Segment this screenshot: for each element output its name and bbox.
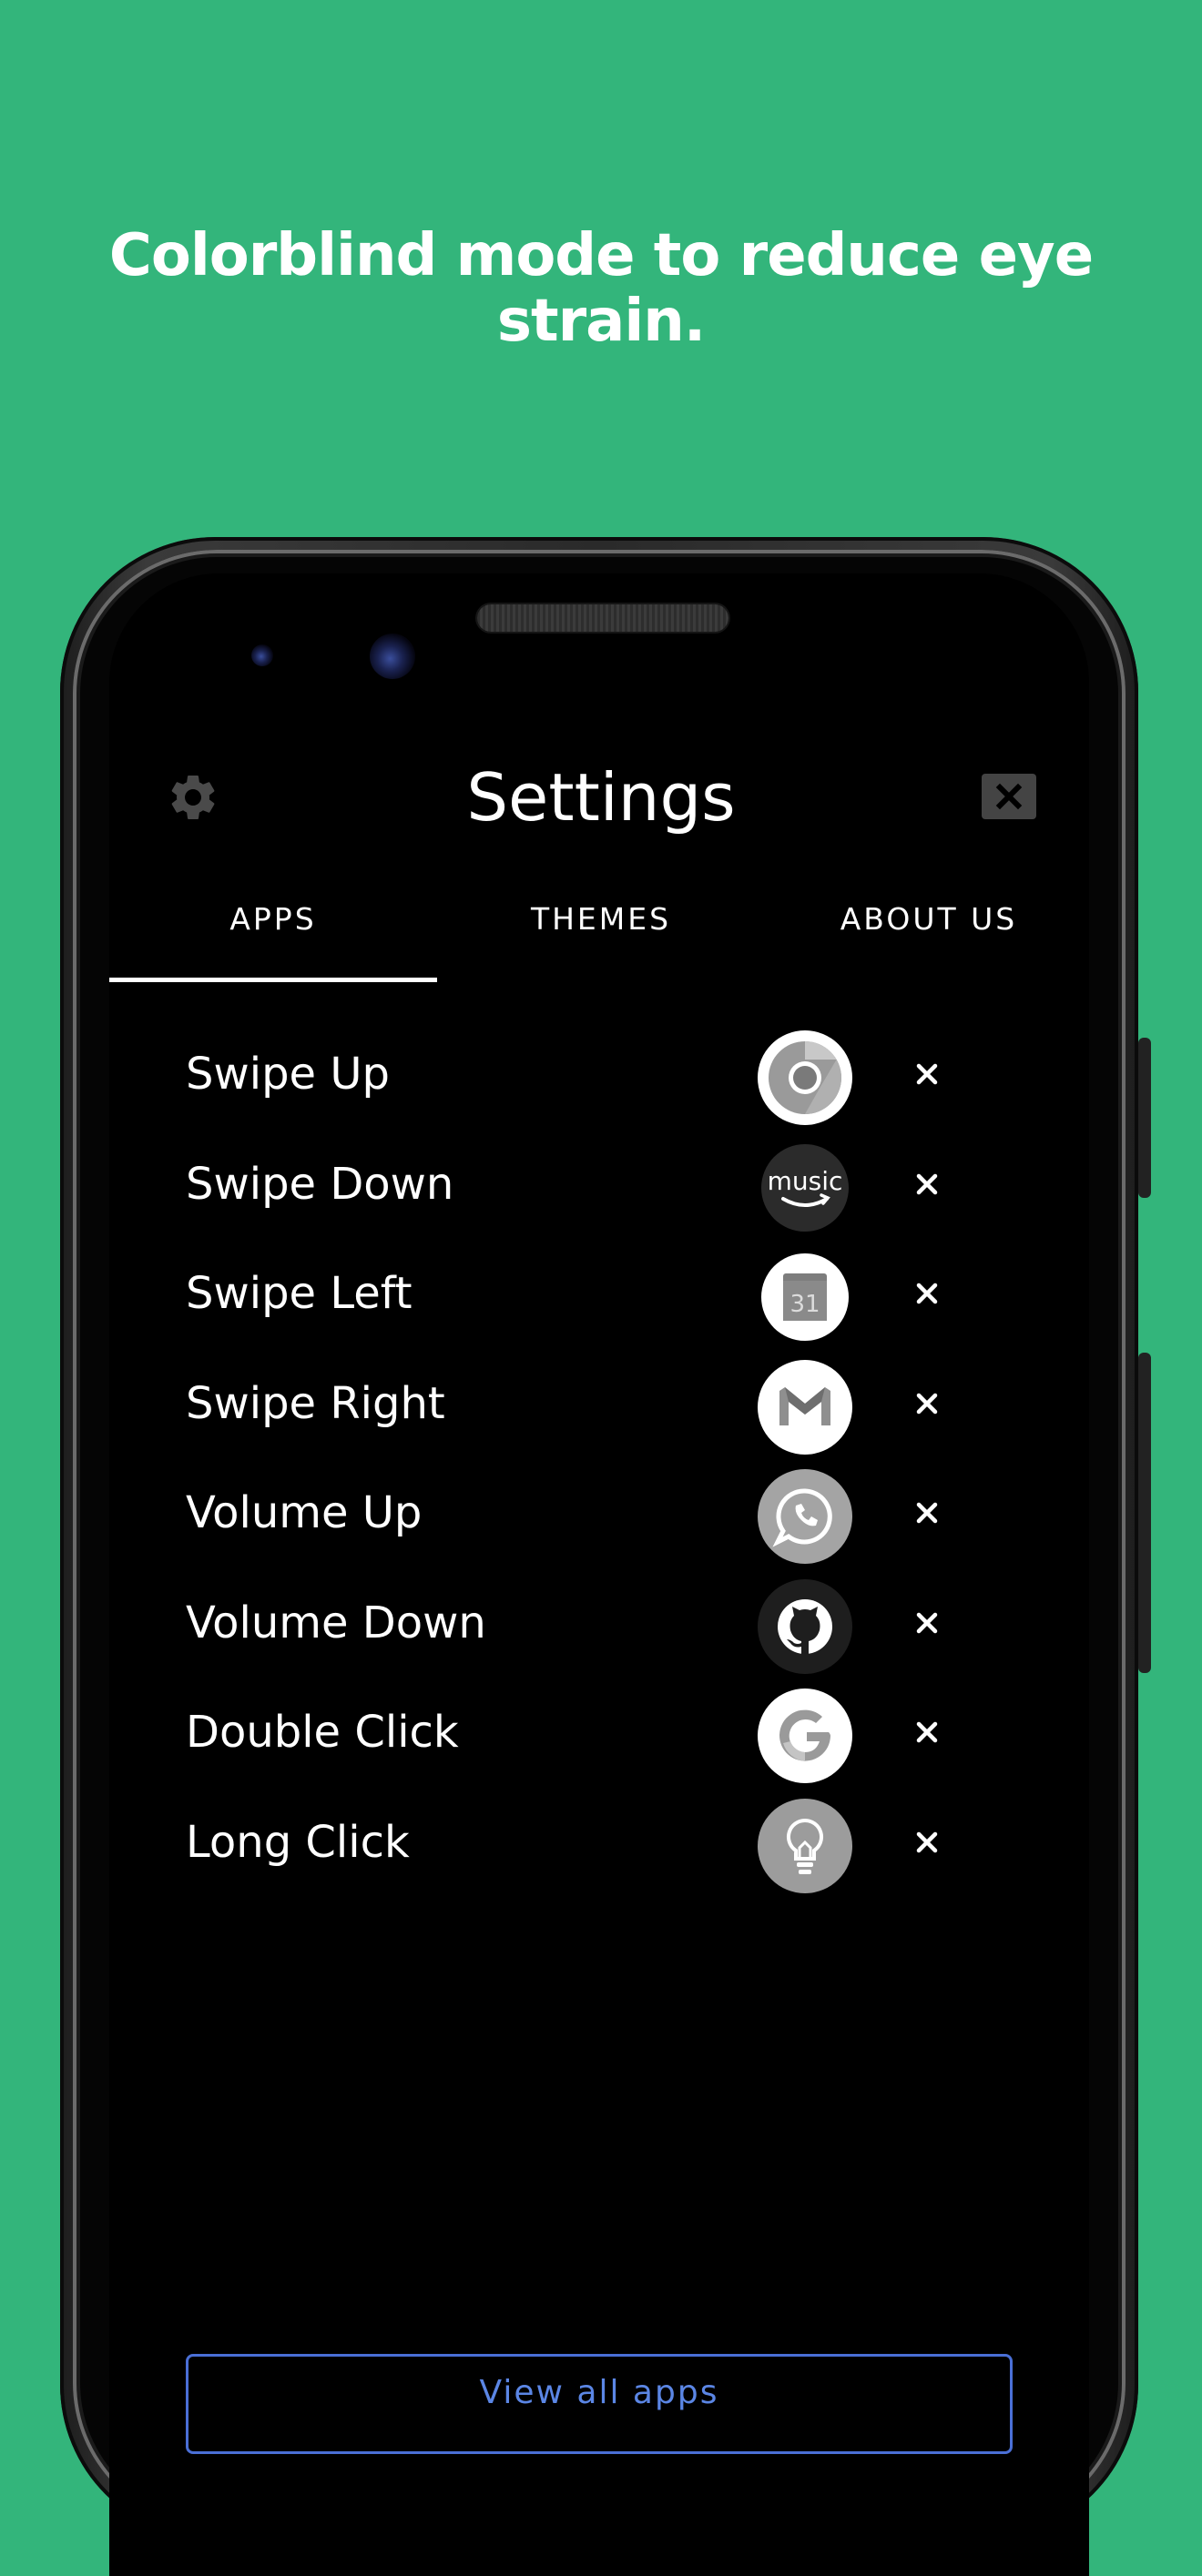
active-tab-indicator xyxy=(109,978,437,982)
remove-icon[interactable] xyxy=(914,1171,940,1197)
remove-icon[interactable] xyxy=(914,1719,940,1745)
tab-bar: APPS THEMES ABOUT US xyxy=(109,892,1093,983)
github-icon[interactable] xyxy=(758,1578,852,1674)
calendar-icon[interactable]: 31 xyxy=(761,1253,849,1341)
gesture-label: Long Click xyxy=(186,1816,410,1868)
tab-about-us[interactable]: ABOUT US xyxy=(765,892,1093,983)
earpiece-speaker xyxy=(477,604,728,632)
gesture-label: Swipe Up xyxy=(186,1049,390,1100)
calendar-day-text: 31 xyxy=(789,1291,820,1318)
google-icon[interactable] xyxy=(758,1689,852,1783)
amazon-music-icon[interactable]: music xyxy=(761,1143,849,1232)
remove-icon[interactable] xyxy=(914,1830,940,1855)
remove-icon[interactable] xyxy=(914,1500,940,1526)
gesture-list: Swipe Up Swipe Down music Swipe Left 31 … xyxy=(186,1021,1005,1899)
volume-button xyxy=(1138,1353,1151,1673)
whatsapp-icon[interactable] xyxy=(758,1469,852,1564)
gesture-label: Swipe Down xyxy=(186,1158,454,1210)
remove-icon[interactable] xyxy=(914,1061,940,1087)
remove-icon[interactable] xyxy=(914,1391,940,1416)
page-title: Settings xyxy=(466,759,736,836)
close-icon xyxy=(995,783,1023,810)
tab-apps[interactable]: APPS xyxy=(109,892,437,983)
promo-headline: Colorblind mode to reduce eye strain. xyxy=(108,222,1094,355)
gesture-label: Double Click xyxy=(186,1707,459,1758)
gesture-label: Volume Down xyxy=(186,1597,486,1648)
remove-icon[interactable] xyxy=(914,1610,940,1636)
gesture-label: Swipe Right xyxy=(186,1377,445,1429)
gear-icon[interactable] xyxy=(166,770,220,825)
lightbulb-icon[interactable] xyxy=(758,1798,852,1893)
gesture-label: Volume Up xyxy=(186,1487,423,1538)
tab-themes[interactable]: THEMES xyxy=(437,892,765,983)
front-camera xyxy=(370,634,415,679)
chrome-icon[interactable] xyxy=(758,1030,852,1125)
music-text: music xyxy=(768,1166,843,1196)
gesture-label: Swipe Left xyxy=(186,1268,413,1319)
list-item[interactable]: Swipe Left 31 xyxy=(186,1241,1005,1351)
proximity-sensor xyxy=(251,644,273,666)
list-item[interactable]: Swipe Down music xyxy=(186,1131,1005,1242)
list-item[interactable]: Double Click xyxy=(186,1679,1005,1790)
close-button[interactable] xyxy=(982,774,1036,819)
list-item[interactable]: Swipe Up xyxy=(186,1021,1005,1131)
list-item[interactable]: Volume Down xyxy=(186,1570,1005,1680)
remove-icon[interactable] xyxy=(914,1281,940,1306)
list-item[interactable]: Volume Up xyxy=(186,1460,1005,1570)
view-all-apps-button[interactable]: View all apps xyxy=(186,2354,1013,2454)
list-item[interactable]: Long Click xyxy=(186,1790,1005,1900)
power-button xyxy=(1138,1038,1151,1198)
gmail-icon[interactable] xyxy=(758,1359,852,1455)
list-item[interactable]: Swipe Right xyxy=(186,1351,1005,1461)
